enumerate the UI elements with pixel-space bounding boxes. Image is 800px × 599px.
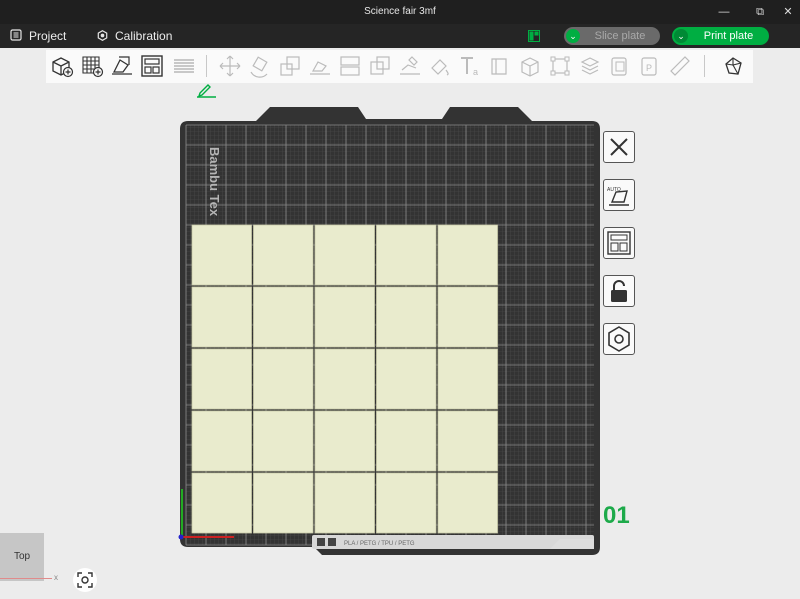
model-tile[interactable] <box>253 472 314 534</box>
lock-plate-icon <box>611 280 627 302</box>
svg-text:AUTO: AUTO <box>607 187 621 193</box>
model-tile[interactable] <box>437 410 498 472</box>
model-tile[interactable] <box>253 348 314 410</box>
ruler-icon[interactable] <box>668 54 692 78</box>
rotate-icon[interactable] <box>248 54 272 78</box>
print-plate-label: Print plate <box>703 30 754 42</box>
model-tile[interactable] <box>376 224 437 286</box>
menu-calibration[interactable]: Calibration <box>97 28 172 44</box>
lay-on-face-icon[interactable] <box>308 54 332 78</box>
close-icon[interactable]: ✕ <box>780 4 796 20</box>
minimize-icon[interactable]: — <box>716 4 732 20</box>
view-axis-label: x <box>54 573 58 582</box>
window-title: Science fair 3mf <box>364 6 436 17</box>
mesh-boolean-icon[interactable] <box>368 54 392 78</box>
plate-settings-button[interactable] <box>603 323 635 355</box>
model-tile[interactable] <box>376 286 437 348</box>
document-icon <box>10 29 22 41</box>
auto-orient-icon[interactable] <box>110 54 134 78</box>
origin-indicator <box>178 534 184 540</box>
plate-number: 01 <box>603 502 630 529</box>
model-tile[interactable] <box>314 410 375 472</box>
focus-icon <box>77 572 93 588</box>
add-plate-icon[interactable] <box>80 54 104 78</box>
arrange-icon[interactable] <box>140 54 164 78</box>
model-tile[interactable] <box>437 348 498 410</box>
layers-icon[interactable] <box>578 54 602 78</box>
close-plate-icon <box>610 138 628 156</box>
model-tile[interactable] <box>437 472 498 534</box>
model-tile[interactable] <box>314 472 375 534</box>
model-tile[interactable] <box>191 348 252 410</box>
model-tile[interactable] <box>437 286 498 348</box>
text-emboss-icon[interactable]: a <box>458 54 482 78</box>
view-x-axis-line <box>0 578 52 579</box>
model-tile[interactable] <box>191 410 252 472</box>
slice-plate-label: Slice plate <box>594 30 646 42</box>
menu-project[interactable]: Project <box>10 28 66 44</box>
delete-plate-button[interactable] <box>603 131 635 163</box>
plate-settings-icon <box>608 326 630 352</box>
menu-calibration-label: Calibration <box>115 29 173 43</box>
variable-layer-icon[interactable] <box>608 54 632 78</box>
auto-orient-plate-icon: AUTO <box>607 187 629 206</box>
model-tile[interactable] <box>376 348 437 410</box>
paint-brush-icon[interactable] <box>196 82 218 98</box>
model-tile[interactable] <box>376 410 437 472</box>
arrange-plate-icon <box>607 231 631 255</box>
model-tile[interactable] <box>437 224 498 286</box>
slice-plate-button[interactable]: ⌄ Slice plate <box>564 27 660 45</box>
print-plate-button[interactable]: ⌄ Print plate <box>672 27 769 45</box>
slice-dropdown-icon[interactable]: ⌄ <box>566 29 580 43</box>
model-tile[interactable] <box>253 224 314 286</box>
zoom-fit-button[interactable] <box>73 568 97 592</box>
model-tile[interactable] <box>376 472 437 534</box>
model-tile[interactable] <box>191 286 252 348</box>
model-tile[interactable] <box>191 472 252 534</box>
assembly-icon[interactable] <box>518 54 542 78</box>
toolbar-divider <box>704 55 705 77</box>
cut-icon[interactable] <box>338 54 362 78</box>
layout-toggle-icon[interactable] <box>528 30 540 42</box>
view-cube-top[interactable]: Top <box>0 533 44 581</box>
bed-label-text: PLA / PETG / TPU / PETG <box>344 541 415 547</box>
measure-icon[interactable] <box>548 54 572 78</box>
toolbar-divider <box>206 55 207 77</box>
calibration-icon <box>97 30 108 41</box>
title-bar: Science fair 3mf — ⧉ ✕ <box>0 0 800 24</box>
add-object-icon[interactable] <box>50 54 74 78</box>
model-tile[interactable] <box>314 348 375 410</box>
model-tile[interactable] <box>191 224 252 286</box>
support-painting-icon[interactable] <box>398 54 422 78</box>
restore-icon[interactable]: ⧉ <box>752 4 768 20</box>
print-dropdown-icon[interactable]: ⌄ <box>674 29 688 43</box>
svg-text:a: a <box>473 67 478 77</box>
model-tile[interactable] <box>253 286 314 348</box>
menu-project-label: Project <box>29 29 67 43</box>
model-tile[interactable] <box>314 224 375 286</box>
build-plate[interactable]: Bambu Tex PLA / PETG / TPU / PETG <box>178 103 602 559</box>
view-label: Top <box>13 551 31 562</box>
plate-icon[interactable]: P <box>638 54 662 78</box>
bed-brand-text: Bambu Tex <box>207 147 222 217</box>
svg-text:P: P <box>646 63 652 73</box>
explode-icon[interactable] <box>722 54 746 78</box>
scale-icon[interactable] <box>278 54 302 78</box>
model-tile[interactable] <box>314 286 375 348</box>
model-tile[interactable] <box>253 410 314 472</box>
auto-orient-plate-button[interactable]: AUTO <box>603 179 635 211</box>
move-icon[interactable] <box>218 54 242 78</box>
split-plates-icon[interactable] <box>172 54 196 78</box>
arrange-plate-button[interactable] <box>603 227 635 259</box>
lock-plate-button[interactable] <box>603 275 635 307</box>
main-toolbar: a P <box>46 50 753 83</box>
svg-emboss-icon[interactable] <box>488 54 512 78</box>
seam-painting-icon[interactable] <box>428 54 452 78</box>
